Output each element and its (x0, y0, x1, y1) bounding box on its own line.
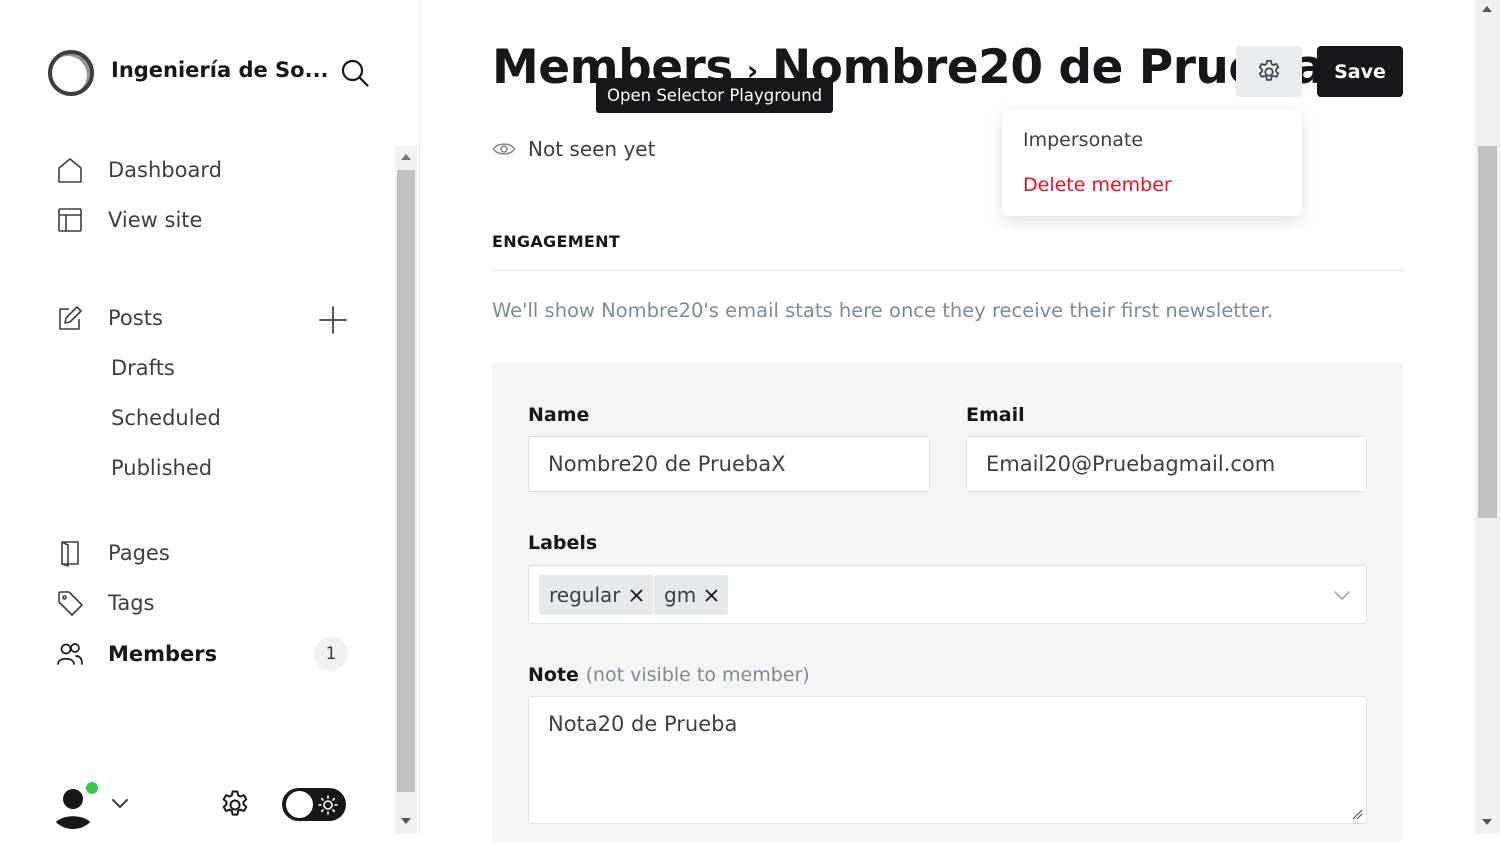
note-label: Note (not visible to member) (528, 664, 810, 686)
site-logo[interactable] (48, 50, 94, 96)
member-actions-button[interactable] (1236, 46, 1302, 97)
nav-tags-label: Tags (108, 591, 155, 615)
edit-icon (56, 304, 84, 332)
nav-pages-label: Pages (108, 541, 170, 565)
home-icon (56, 156, 84, 184)
nav-posts-label: Posts (108, 306, 163, 330)
eye-icon (492, 137, 516, 161)
divider (492, 270, 1403, 271)
plus-icon[interactable] (318, 305, 348, 335)
nav-members-label: Members (108, 642, 218, 666)
users-icon (56, 640, 84, 668)
nav-posts[interactable]: Posts (56, 300, 163, 336)
name-label: Name (528, 404, 590, 426)
members-count-badge: 1 (314, 637, 348, 671)
engagement-heading: ENGAGEMENT (492, 232, 621, 251)
impersonate-menu-item[interactable]: Impersonate (1023, 129, 1143, 151)
email-field[interactable]: Email20@Pruebagmail.com (966, 436, 1367, 492)
page-scrollbar[interactable] (1475, 0, 1500, 834)
main-content: Members › Nombre20 de PruebaX Save Open Se… (420, 0, 1475, 842)
note-label-text: Note (528, 664, 579, 686)
label-chip: regular (539, 575, 653, 615)
email-label: Email (966, 404, 1025, 426)
nav-dashboard[interactable]: Dashboard (56, 152, 222, 188)
nav-members[interactable]: Members (56, 636, 217, 672)
search-icon[interactable] (340, 58, 370, 88)
label-chip-text: gm (664, 583, 697, 607)
theme-toggle-knob (286, 791, 313, 818)
page-scrollbar-thumb[interactable] (1478, 146, 1497, 518)
save-button[interactable]: Save (1317, 46, 1403, 97)
engagement-empty-message: We'll show Nombre20's email stats here o… (492, 299, 1273, 322)
scroll-down-icon[interactable] (401, 818, 411, 824)
online-status-dot (84, 780, 100, 796)
theme-toggle[interactable] (282, 788, 346, 821)
remove-label-icon[interactable] (630, 589, 643, 602)
nav-scheduled[interactable]: Scheduled (111, 406, 221, 430)
last-seen-text: Not seen yet (528, 137, 656, 161)
note-text: Nota20 de Prueba (548, 712, 738, 736)
label-chip: gm (654, 575, 729, 615)
label-chip-text: regular (549, 583, 621, 607)
chevron-down-icon[interactable] (1333, 590, 1351, 601)
tooltip: Open Selector Playground (596, 78, 834, 113)
note-hint: (not visible to member) (585, 664, 810, 686)
site-header: Ingeniería de So... (48, 48, 378, 96)
chevron-down-icon[interactable] (110, 797, 130, 811)
tag-icon (56, 589, 84, 617)
scroll-up-icon[interactable] (1482, 6, 1492, 12)
last-seen-status: Not seen yet (492, 137, 655, 161)
name-field[interactable]: Nombre20 de PruebaX (528, 436, 930, 492)
scroll-up-icon[interactable] (401, 154, 411, 160)
nav-pages[interactable]: Pages (56, 535, 170, 571)
nav-dashboard-label: Dashboard (108, 158, 222, 182)
gear-icon[interactable] (218, 788, 252, 822)
nav-view-site[interactable]: View site (56, 202, 202, 238)
labels-label: Labels (528, 532, 598, 554)
gear-icon (1255, 58, 1283, 86)
nav-published[interactable]: Published (111, 456, 212, 480)
nav-tags[interactable]: Tags (56, 585, 155, 621)
scroll-down-icon[interactable] (1482, 819, 1492, 825)
member-actions-menu: Impersonate Delete member (1002, 109, 1302, 216)
sidebar: Ingeniería de So... Dashboard View site … (0, 0, 420, 834)
nav-drafts[interactable]: Drafts (111, 356, 175, 380)
sidebar-scrollbar-thumb[interactable] (397, 170, 415, 792)
nav-view-site-label: View site (108, 208, 203, 232)
resize-handle-icon[interactable] (1351, 808, 1363, 820)
member-details-form: Name Nombre20 de PruebaX Email Email20@P… (492, 362, 1403, 842)
delete-member-menu-item[interactable]: Delete member (1023, 174, 1172, 196)
page-icon (56, 539, 84, 567)
layout-icon (56, 206, 84, 234)
labels-select[interactable]: regular gm (528, 565, 1367, 624)
site-title[interactable]: Ingeniería de So... (111, 58, 329, 82)
remove-label-icon[interactable] (705, 589, 718, 602)
sidebar-scrollbar[interactable] (395, 146, 417, 834)
sun-icon (318, 795, 338, 815)
note-textarea[interactable]: Nota20 de Prueba (528, 696, 1367, 824)
